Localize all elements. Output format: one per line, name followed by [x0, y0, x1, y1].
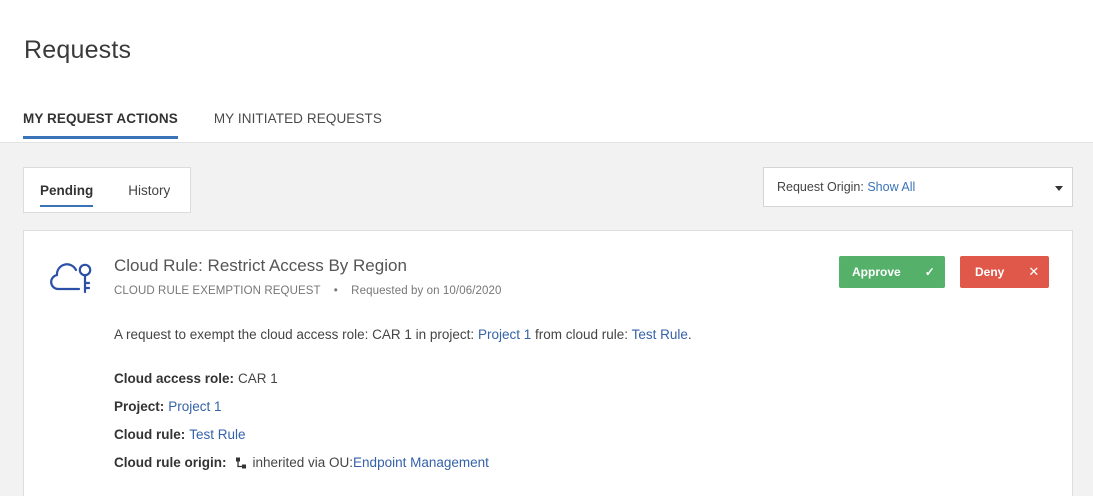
check-icon: ✓ — [924, 265, 935, 279]
requested-info: Requested by on 10/06/2020 — [351, 285, 502, 297]
deny-button[interactable]: Deny ✕ — [960, 256, 1049, 288]
main-tabs: MY REQUEST ACTIONS MY INITIATED REQUESTS — [23, 111, 418, 139]
approve-button[interactable]: Approve ✓ — [839, 256, 945, 288]
tab-pending[interactable]: Pending — [40, 168, 93, 212]
tab-history-label: History — [128, 183, 171, 198]
close-icon: ✕ — [1028, 264, 1040, 279]
request-meta: CLOUD RULE EXEMPTION REQUEST • Requested… — [114, 285, 501, 297]
page-header: Requests MY REQUEST ACTIONS MY INITIATED… — [0, 0, 1093, 143]
desc-middle: from cloud rule: — [535, 327, 629, 342]
content-area: Pending History Request Origin: Show All… — [0, 143, 1093, 496]
cloud-key-icon — [50, 263, 92, 294]
meta-separator: • — [333, 285, 338, 297]
deny-label: Deny — [975, 265, 1005, 279]
tab-pending-label: Pending — [40, 183, 94, 198]
request-origin-select[interactable]: Request Origin: Show All — [763, 167, 1073, 207]
field-label: Cloud rule: — [114, 427, 186, 442]
approve-label: Approve — [852, 265, 901, 279]
field-cloud-rule-origin: Cloud rule origin: inherited via OU: End… — [114, 455, 489, 470]
project-link[interactable]: Project 1 — [168, 399, 221, 414]
field-cloud-rule: Cloud rule: Test Rule — [114, 427, 246, 442]
desc-rule-link[interactable]: Test Rule — [632, 327, 688, 342]
origin-ou-link[interactable]: Endpoint Management — [353, 455, 489, 470]
caret-down-icon — [1055, 186, 1063, 191]
request-origin-value: Show All — [867, 180, 916, 194]
desc-prefix: A request to exempt the cloud access rol… — [114, 327, 475, 342]
field-value: CAR 1 — [238, 371, 278, 386]
page-title: Requests — [24, 36, 132, 64]
field-label: Project: — [114, 399, 165, 414]
tab-my-initiated-requests[interactable]: MY INITIATED REQUESTS — [214, 111, 382, 139]
field-project: Project: Project 1 — [114, 399, 222, 414]
active-tab-indicator — [40, 205, 93, 207]
desc-project-link[interactable]: Project 1 — [478, 327, 531, 342]
field-label: Cloud access role: — [114, 371, 235, 386]
request-origin-label: Request Origin: — [777, 180, 864, 194]
desc-suffix: . — [687, 327, 692, 342]
tab-history[interactable]: History — [128, 168, 170, 212]
request-description: A request to exempt the cloud access rol… — [114, 327, 692, 342]
request-title: Cloud Rule: Restrict Access By Region — [114, 256, 407, 275]
org-unit-icon — [235, 457, 246, 468]
sub-tabs: Pending History — [23, 167, 191, 213]
tab-my-request-actions[interactable]: MY REQUEST ACTIONS — [23, 111, 178, 139]
field-label: Cloud rule origin: — [114, 455, 227, 470]
field-cloud-access-role: Cloud access role: CAR 1 — [114, 371, 278, 386]
request-type: CLOUD RULE EXEMPTION REQUEST — [114, 285, 321, 297]
cloud-rule-link[interactable]: Test Rule — [189, 427, 245, 442]
request-card: Cloud Rule: Restrict Access By Region CL… — [23, 230, 1073, 496]
origin-text: inherited via OU: — [252, 455, 354, 470]
